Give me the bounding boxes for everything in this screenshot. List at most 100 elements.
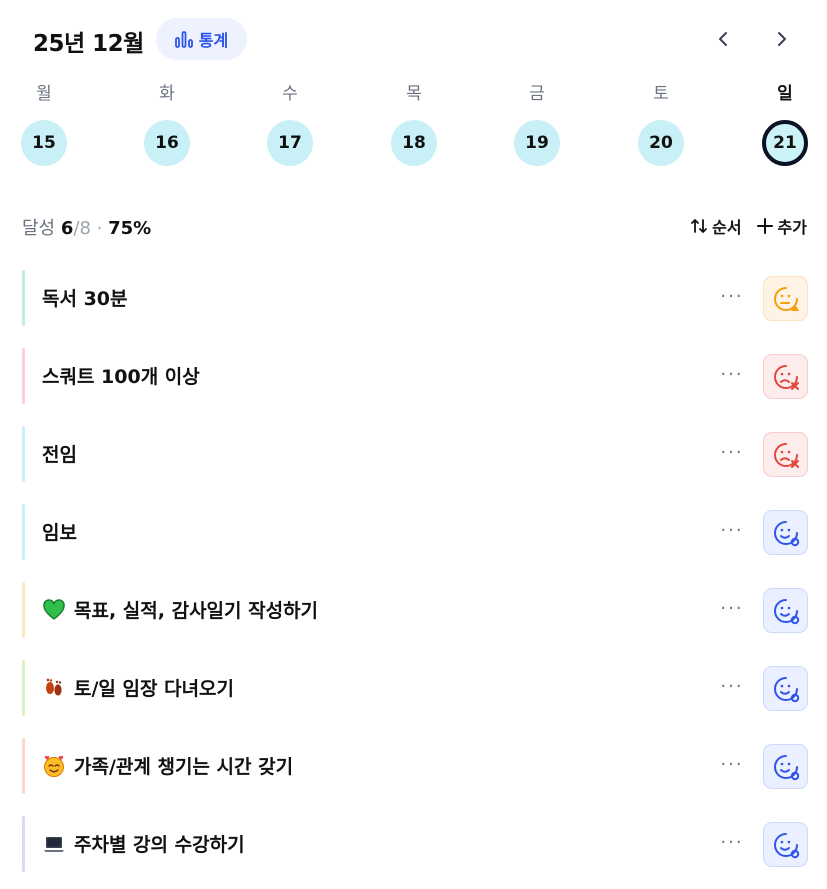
day-date[interactable]: 15 xyxy=(21,120,67,166)
day-date[interactable]: 16 xyxy=(144,120,190,166)
habit-status-button[interactable] xyxy=(763,510,808,555)
chevron-left-icon xyxy=(719,32,727,46)
warning-status-icon xyxy=(773,286,799,311)
summary-total: 8 xyxy=(79,218,91,239)
habit-row[interactable]: 목표, 실적, 감사일기 작성하기 ··· xyxy=(22,582,808,638)
done-status-icon xyxy=(773,598,799,624)
day-3: 목 18 xyxy=(384,80,444,180)
habit-label-wrap: 독서 30분 xyxy=(42,284,128,311)
plus-icon xyxy=(756,218,773,234)
more-dots-icon[interactable]: ··· xyxy=(717,828,747,858)
bar-chart-icon xyxy=(174,31,193,48)
habit-row[interactable]: 토/일 임장 다녀오기 ··· xyxy=(22,660,808,716)
habit-color-bar xyxy=(22,348,25,404)
done-status-icon xyxy=(773,520,799,546)
habit-status-button[interactable] xyxy=(763,432,808,477)
habit-row[interactable]: 임보 ··· xyxy=(22,504,808,560)
day-date[interactable]: 20 xyxy=(638,120,684,166)
add-label: 추가 xyxy=(777,218,807,237)
habit-label-wrap: 임보 xyxy=(42,518,77,545)
chevron-right-icon xyxy=(778,32,786,46)
habit-label-wrap: 가족/관계 챙기는 시간 갖기 xyxy=(42,752,293,779)
habit-label: 주차별 강의 수강하기 xyxy=(74,834,245,856)
month-title: 25년 12월 xyxy=(33,31,144,57)
habit-row[interactable]: 독서 30분 ··· xyxy=(22,270,808,326)
habit-row[interactable]: 스쿼트 100개 이상 ··· xyxy=(22,348,808,404)
done-status-icon xyxy=(773,754,799,780)
summary-done: 6 xyxy=(60,218,74,239)
prev-week-button[interactable] xyxy=(707,22,741,56)
laptop-icon xyxy=(44,836,64,852)
habit-color-bar xyxy=(22,426,25,482)
habit-label-wrap: 전임 xyxy=(42,440,77,467)
summary-label: 달성 xyxy=(22,218,56,239)
day-name: 월 xyxy=(36,84,52,104)
habit-status-button[interactable] xyxy=(763,354,808,399)
sort-arrows-icon xyxy=(691,219,707,233)
more-dots-icon[interactable]: ··· xyxy=(717,438,747,468)
smiling-face-hearts-icon xyxy=(44,755,64,777)
more-dots-icon[interactable]: ··· xyxy=(717,672,747,702)
habit-label-wrap: 주차별 강의 수강하기 xyxy=(42,830,245,857)
list-toolbar: 순서 추가 xyxy=(690,214,807,238)
sort-button[interactable]: 순서 xyxy=(690,214,742,238)
habit-row[interactable]: 전임 ··· xyxy=(22,426,808,482)
fail-status-icon xyxy=(773,364,799,390)
sort-label: 순서 xyxy=(712,218,742,237)
footprints-icon xyxy=(46,678,62,696)
achievement-summary: 달성 6/8 · 75% xyxy=(22,214,151,240)
habit-label: 목표, 실적, 감사일기 작성하기 xyxy=(74,600,319,622)
habit-status-button[interactable] xyxy=(763,822,808,867)
day-date[interactable]: 19 xyxy=(514,120,560,166)
habit-color-bar xyxy=(22,504,25,560)
day-5: 토 20 xyxy=(631,80,691,180)
fail-status-icon xyxy=(773,442,799,468)
day-name: 목 xyxy=(406,84,422,104)
green-heart-icon xyxy=(43,598,65,620)
add-button[interactable]: 추가 xyxy=(756,214,807,238)
habit-status-button[interactable] xyxy=(763,276,808,321)
next-week-button[interactable] xyxy=(764,22,798,56)
stats-button[interactable]: 통계 xyxy=(156,18,247,60)
habit-label: 임보 xyxy=(42,522,77,544)
habit-label-wrap: 토/일 임장 다녀오기 xyxy=(42,674,234,701)
habit-color-bar xyxy=(22,816,25,872)
habit-color-bar xyxy=(22,582,25,638)
more-dots-icon[interactable]: ··· xyxy=(717,594,747,624)
habit-row[interactable]: 가족/관계 챙기는 시간 갖기 ··· xyxy=(22,738,808,794)
habit-label-wrap: 스쿼트 100개 이상 xyxy=(42,362,200,389)
day-name: 금 xyxy=(529,84,545,104)
habit-row[interactable]: 주차별 강의 수강하기 ··· xyxy=(22,816,808,872)
day-2: 수 17 xyxy=(260,80,320,180)
habit-label: 독서 30분 xyxy=(42,288,128,310)
day-name: 일 xyxy=(777,84,793,104)
done-status-icon xyxy=(773,676,799,702)
habit-label: 전임 xyxy=(42,444,77,466)
day-date[interactable]: 17 xyxy=(267,120,313,166)
habit-status-button[interactable] xyxy=(763,666,808,711)
day-0: 월 15 xyxy=(14,80,74,180)
day-date[interactable]: 18 xyxy=(391,120,437,166)
habit-label: 가족/관계 챙기는 시간 갖기 xyxy=(74,756,294,778)
more-dots-icon[interactable]: ··· xyxy=(717,516,747,546)
habit-color-bar xyxy=(22,738,25,794)
week-strip: 월 15 화 16 수 17 목 18 금 19 토 20 일 21 xyxy=(0,80,827,180)
more-dots-icon[interactable]: ··· xyxy=(717,282,747,312)
done-status-icon xyxy=(773,832,799,858)
day-name: 화 xyxy=(159,84,175,104)
more-dots-icon[interactable]: ··· xyxy=(717,360,747,390)
header: 25년 12월 통계 xyxy=(0,0,827,76)
stats-label: 통계 xyxy=(198,31,229,50)
habit-label-wrap: 목표, 실적, 감사일기 작성하기 xyxy=(42,596,318,623)
habit-color-bar xyxy=(22,660,25,716)
day-6: 일 21 xyxy=(755,80,815,180)
day-date-selected[interactable]: 21 xyxy=(762,120,808,166)
habit-color-bar xyxy=(22,270,25,326)
habit-status-button[interactable] xyxy=(763,588,808,633)
day-4: 금 19 xyxy=(507,80,567,180)
habit-label: 토/일 임장 다녀오기 xyxy=(74,678,235,700)
summary-dot: · xyxy=(96,218,103,239)
day-name: 토 xyxy=(653,84,669,104)
more-dots-icon[interactable]: ··· xyxy=(717,750,747,780)
habit-status-button[interactable] xyxy=(763,744,808,789)
